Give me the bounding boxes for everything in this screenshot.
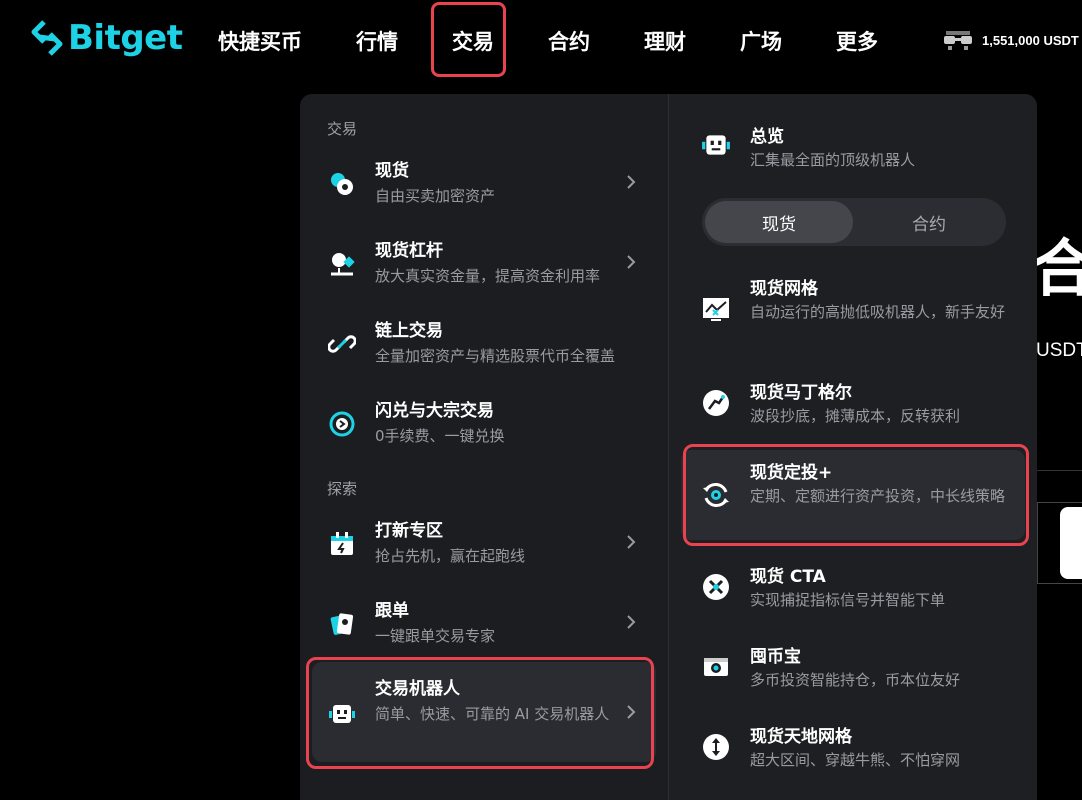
balance-text: 1,551,000 USDT — [982, 32, 1079, 48]
bot-title: 现货天地网格 — [750, 727, 852, 747]
chevron-right-icon — [627, 255, 636, 269]
nav-earn[interactable]: 理财 — [644, 26, 686, 56]
account-balance[interactable]: 1,551,000 USDT — [942, 28, 1079, 52]
tab-futures[interactable]: 合约 — [855, 201, 1003, 243]
chevron-right-icon — [627, 535, 636, 549]
bot-desc: 波段抄底，摊薄成本，反转获利 — [750, 407, 961, 425]
launchpad-calendar-icon — [331, 532, 353, 555]
infinity-grid-icon — [703, 734, 729, 760]
swap-convert-icon — [329, 411, 355, 437]
menu-item-title: 跟单 — [375, 601, 409, 621]
hodl-wallet-icon — [704, 658, 728, 676]
nav-markets[interactable]: 行情 — [356, 26, 398, 56]
menu-item-title: 现货杠杆 — [375, 241, 443, 261]
nav-trade-highlight — [431, 2, 506, 77]
menu-item-desc: 0手续费、一键兑换 — [375, 427, 505, 445]
menu-item-spot-margin[interactable]: 现货杠杆 放大真实资金量，提高资金利用率 — [312, 226, 656, 298]
tab-spot[interactable]: 现货 — [705, 201, 853, 243]
spot-coins-icon — [331, 173, 353, 195]
bot-overview-desc: 汇集最全面的顶级机器人 — [750, 151, 916, 169]
bot-desc: 实现捕捉指标信号并智能下单 — [750, 591, 946, 609]
section-heading-trade: 交易 — [327, 121, 358, 138]
menu-item-copy-trading[interactable]: 跟单 一键跟单交易专家 — [312, 586, 656, 658]
bot-spot-infinity-grid[interactable]: 现货天地网格 超大区间、穿越牛熊、不怕穿网 — [681, 712, 1025, 776]
highlight-recurring-buy — [683, 444, 1029, 546]
bot-market-toggle: 现货 合约 — [702, 198, 1006, 246]
bot-desc: 超大区间、穿越牛熊、不怕穿网 — [750, 751, 961, 769]
nav-more[interactable]: 更多 — [836, 26, 878, 56]
background-button-fragment[interactable] — [1060, 507, 1082, 579]
bot-title: 囤币宝 — [750, 647, 801, 667]
bot-desc: 多币投资智能持仓，币本位友好 — [750, 671, 961, 689]
chevron-right-icon — [627, 615, 636, 629]
avatar-glasses-icon — [944, 31, 972, 50]
menu-item-desc: 放大真实资金量，提高资金利用率 — [375, 267, 601, 285]
grid-chart-icon — [703, 298, 729, 321]
nav-quick-buy[interactable]: 快捷买币 — [218, 26, 302, 56]
menu-item-onchain-trading[interactable]: 链上交易 全量加密资产与精选股票代币全覆盖 — [312, 306, 656, 378]
menu-item-launchpad[interactable]: 打新专区 抢占先机，赢在起跑线 — [312, 506, 656, 578]
menu-item-title: 链上交易 — [375, 321, 443, 341]
menu-item-title: 闪兑与大宗交易 — [375, 401, 494, 421]
bot-hodl[interactable]: 囤币宝 多币投资智能持仓，币本位友好 — [681, 632, 1025, 696]
menu-item-desc: 抢占先机，赢在起跑线 — [375, 547, 526, 565]
bot-desc: 自动运行的高抛低吸机器人，新手友好 — [750, 303, 1006, 321]
menu-item-desc: 一键跟单交易专家 — [375, 627, 496, 645]
bot-spot-cta[interactable]: 现货 CTA 实现捕捉指标信号并智能下单 — [681, 552, 1025, 616]
cta-signal-icon — [703, 574, 729, 600]
background-heading-fragment: 合 — [1032, 232, 1082, 305]
bot-title: 现货马丁格尔 — [750, 383, 852, 403]
menu-item-desc: 全量加密资产与精选股票代币全覆盖 — [375, 347, 616, 365]
bitget-logo[interactable]: Bitget — [30, 18, 183, 58]
bot-spot-martingale[interactable]: 现货马丁格尔 波段抄底，摊薄成本，反转获利 — [681, 368, 1025, 432]
bitget-logo-icon — [31, 20, 63, 56]
background-unit-fragment: USDT — [1036, 340, 1082, 361]
bot-spot-grid[interactable]: 现货网格 自动运行的高抛低吸机器人，新手友好 — [681, 264, 1025, 348]
section-heading-explore: 探索 — [327, 481, 358, 498]
menu-item-desc: 自由买卖加密资产 — [375, 187, 496, 205]
brand-name: Bitget — [68, 18, 183, 58]
bot-title: 现货网格 — [750, 279, 818, 299]
bot-overview-title: 总览 — [750, 127, 784, 147]
nav-square[interactable]: 广场 — [740, 26, 782, 56]
highlight-trading-bots — [306, 657, 654, 769]
bot-overview[interactable]: 总览 汇集最全面的顶级机器人 — [681, 112, 1025, 176]
menu-item-title: 现货 — [375, 161, 409, 181]
chevron-right-icon — [627, 175, 636, 189]
menu-item-title: 打新专区 — [375, 521, 443, 541]
menu-item-convert-block-trade[interactable]: 闪兑与大宗交易 0手续费、一键兑换 — [312, 386, 656, 458]
martingale-curve-icon — [703, 390, 729, 416]
copy-trade-cards-icon — [330, 613, 354, 635]
background-divider — [1037, 470, 1082, 471]
top-nav: Bitget 快捷买币 行情 交易 合约 理财 广场 更多 1,551,000 … — [0, 0, 1082, 82]
robot-icon — [702, 135, 730, 155]
nav-futures[interactable]: 合约 — [548, 26, 590, 56]
menu-item-spot[interactable]: 现货 自由买卖加密资产 — [312, 146, 656, 218]
margin-icon — [331, 253, 355, 276]
bot-title: 现货 CTA — [750, 567, 826, 587]
onchain-link-icon — [328, 335, 356, 353]
